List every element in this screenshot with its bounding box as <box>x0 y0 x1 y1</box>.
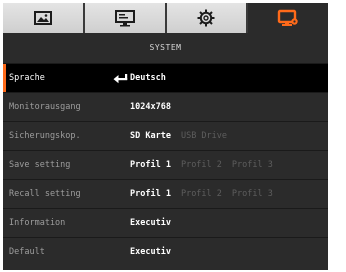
option-profile-1[interactable]: Profil 1 <box>130 189 171 199</box>
display-settings-icon <box>114 10 135 27</box>
option-value[interactable]: 1024x768 <box>130 102 171 112</box>
tab-image[interactable] <box>3 3 85 33</box>
tab-display-settings[interactable] <box>84 3 167 33</box>
row-label: Save setting <box>9 160 71 170</box>
option-profile-2[interactable]: Profil 2 <box>181 160 222 170</box>
option-value[interactable]: Executiv <box>130 218 171 228</box>
row-label: Sprache <box>9 73 45 83</box>
option-value[interactable]: Deutsch <box>130 73 166 83</box>
option-value[interactable]: Executiv <box>130 247 171 257</box>
gear-icon <box>197 9 215 27</box>
monitor-icon <box>277 9 298 26</box>
tab-system[interactable] <box>248 3 328 33</box>
row-label: Sicherungskop. <box>9 131 81 141</box>
image-icon <box>33 11 52 25</box>
row-language[interactable]: Sprache Deutsch <box>3 63 328 92</box>
osd-menu: SYSTEM Sprache Deutsch Monitorausgang 10… <box>3 3 328 270</box>
row-label: Information <box>9 218 66 228</box>
row-recall-setting[interactable]: Recall setting Profil 1 Profil 2 Profil … <box>3 179 328 208</box>
option-profile-1[interactable]: Profil 1 <box>130 160 171 170</box>
row-default[interactable]: Default Executiv <box>3 237 328 266</box>
option-sd-card[interactable]: SD Karte <box>130 131 171 141</box>
enter-icon <box>113 74 128 84</box>
option-profile-3[interactable]: Profil 3 <box>232 189 273 199</box>
row-backup[interactable]: Sicherungskop. SD Karte USB Drive <box>3 121 328 150</box>
option-profile-2[interactable]: Profil 2 <box>181 189 222 199</box>
option-usb-drive[interactable]: USB Drive <box>181 131 227 141</box>
tab-settings[interactable] <box>166 3 249 33</box>
row-monitor-output[interactable]: Monitorausgang 1024x768 <box>3 92 328 121</box>
row-save-setting[interactable]: Save setting Profil 1 Profil 2 Profil 3 <box>3 150 328 179</box>
settings-list: Sprache Deutsch Monitorausgang 1024x768 … <box>3 63 328 266</box>
option-profile-3[interactable]: Profil 3 <box>232 160 273 170</box>
row-label: Default <box>9 247 45 257</box>
section-title: SYSTEM <box>3 33 328 63</box>
selection-marker <box>3 64 6 92</box>
row-information[interactable]: Information Executiv <box>3 208 328 237</box>
tab-bar <box>3 3 328 33</box>
row-label: Recall setting <box>9 189 81 199</box>
row-label: Monitorausgang <box>9 102 81 112</box>
